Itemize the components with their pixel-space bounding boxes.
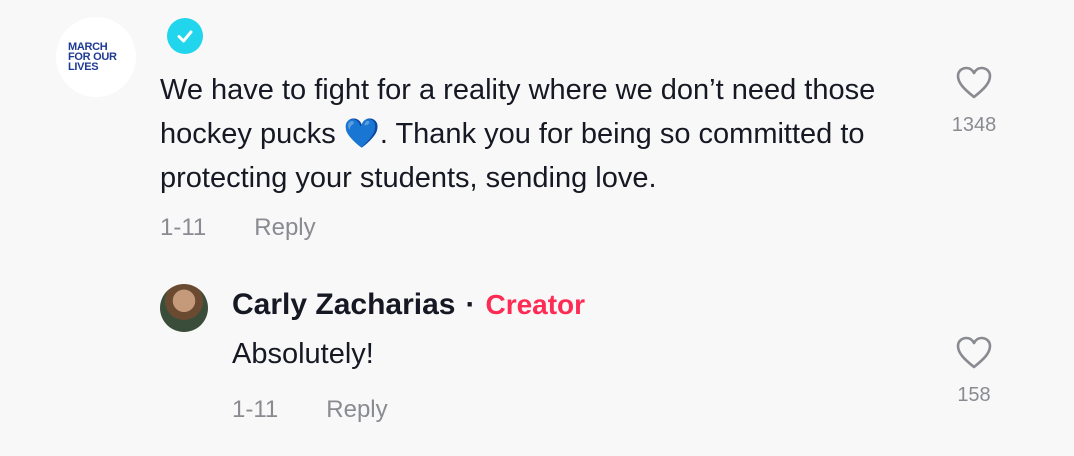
reply-body: Absolutely! <box>232 338 374 370</box>
reply-like[interactable]: 158 <box>934 336 1014 407</box>
comment-date: 1-11 <box>160 214 207 241</box>
reply-meta: 1-11 Reply <box>232 396 388 424</box>
reply-button[interactable]: Reply <box>326 396 387 424</box>
reply-date: 1-11 <box>232 396 279 423</box>
reply-author-name[interactable]: Carly Zacharias <box>232 288 455 322</box>
comment-body: We have to fight for a reality where we … <box>160 74 876 194</box>
comment-like[interactable]: 1348 <box>934 66 1014 137</box>
checkmark-icon <box>177 30 193 43</box>
creator-badge: Creator <box>485 289 586 320</box>
reply-button[interactable]: Reply <box>254 214 315 242</box>
like-count: 1348 <box>951 114 997 136</box>
verified-badge-icon <box>167 18 203 54</box>
heart-outline-icon[interactable] <box>956 336 992 370</box>
like-count: 158 <box>957 384 991 406</box>
comment-thread: MARCH FOR OUR LIVES We have to fight for… <box>0 0 1074 456</box>
reply-author-row: Carly Zacharias · Creator <box>232 288 585 322</box>
march-for-our-lives-logo: MARCH FOR OUR LIVES <box>68 41 117 73</box>
commenter-avatar[interactable]: MARCH FOR OUR LIVES <box>56 17 136 97</box>
comment-meta: 1-11 Reply <box>160 214 316 242</box>
heart-outline-icon[interactable] <box>956 66 992 100</box>
blue-heart-emoji: 💙 <box>343 118 380 150</box>
separator-dot: · <box>465 288 476 321</box>
creator-avatar[interactable] <box>160 284 208 332</box>
